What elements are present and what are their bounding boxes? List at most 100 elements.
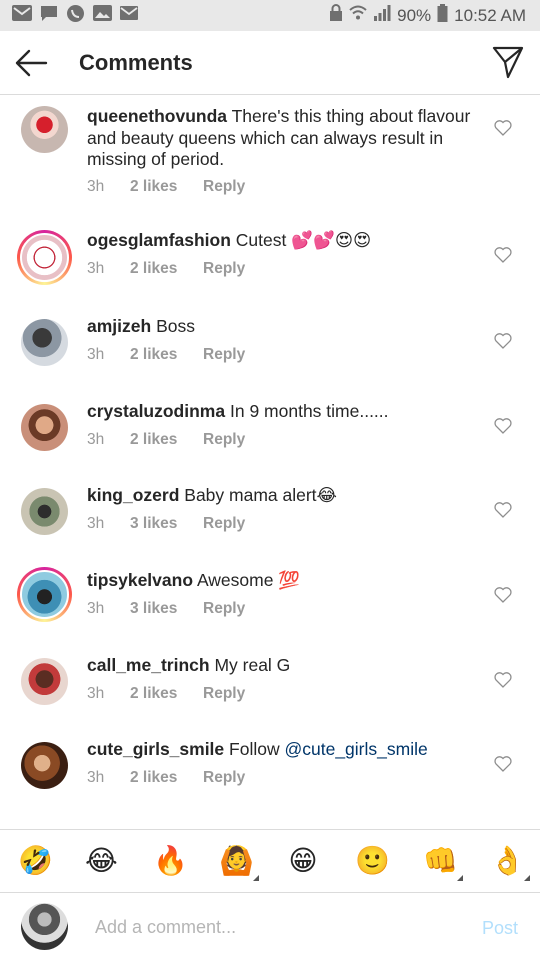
heart-icon[interactable] [494,587,512,603]
comment-likes[interactable]: 2 likes [130,178,203,196]
message-icon [40,5,58,27]
avatar[interactable] [21,106,68,153]
fist-bump-icon: 👊 [423,844,458,877]
comment-text: ogesglamfashion Cutest 💕💕😍😍 [87,230,472,252]
fire-emoji-icon: 🔥 [153,844,188,877]
comment-likes[interactable]: 2 likes [130,769,203,787]
ok-hand-icon: 👌 [490,844,525,877]
comment-text: crystaluzodinma In 9 months time...... [87,401,472,423]
reply-button[interactable]: Reply [203,685,245,703]
skin-tone-indicator [524,875,530,881]
comment-username[interactable]: call_me_trinch [87,655,210,675]
clock: 10:52 AM [454,5,526,25]
my-avatar[interactable] [21,903,68,950]
comment-time: 3h [87,178,105,195]
reply-button[interactable]: Reply [203,178,245,196]
comment-time: 3h [87,260,105,277]
comment-likes[interactable]: 3 likes [130,515,203,533]
avatar[interactable] [21,488,68,535]
comment-body: Baby mama alert😂 [184,485,337,505]
post-button[interactable]: Post [482,918,518,939]
comment-time: 3h [87,769,105,786]
smile-emoji-button[interactable]: 🙂 [355,844,390,877]
comment-text: amjizeh Boss [87,316,472,338]
comments-list[interactable]: queenethovunda There's this thing about … [0,96,540,829]
battery-percent: 90% [397,5,432,25]
avatar[interactable] [17,230,72,285]
fire-emoji-button[interactable]: 🔥 [153,844,188,877]
comment-meta: 3h 2 likes Reply [87,346,245,364]
comment-likes[interactable]: 2 likes [130,260,203,278]
heart-icon[interactable] [494,247,512,263]
comment-likes[interactable]: 2 likes [130,685,203,703]
reply-button[interactable]: Reply [203,260,245,278]
skin-tone-indicator [457,875,463,881]
comment-time: 3h [87,600,105,617]
comment-username[interactable]: cute_girls_smile [87,739,224,759]
avatar[interactable] [21,404,68,451]
emoji-quick-bar: 🤣 😂 🔥 🙆 😁 🙂 👊 👌 [0,829,540,893]
heart-icon[interactable] [494,672,512,688]
heart-icon[interactable] [494,502,512,518]
grin-emoji-button[interactable]: 😁 [287,845,319,877]
joy-emoji-icon: 😂 [85,844,118,877]
comment-text: king_ozerd Baby mama alert😂 [87,485,472,507]
comment-likes[interactable]: 2 likes [130,431,203,449]
comment-time: 3h [87,685,105,702]
direct-send-button[interactable] [492,45,524,79]
comment-meta: 3h 2 likes Reply [87,178,245,196]
reply-button[interactable]: Reply [203,431,245,449]
reply-button[interactable]: Reply [203,515,245,533]
reply-button[interactable]: Reply [203,600,245,618]
comment-text: queenethovunda There's this thing about … [87,106,472,171]
avatar[interactable] [21,319,68,366]
battery-icon [437,4,448,27]
system-status: 90% 10:52 AM [329,4,526,27]
rofl-emoji-button[interactable]: 🤣 [18,845,53,877]
comment-text: tipsykelvano Awesome 💯 [87,570,472,592]
reply-button[interactable]: Reply [203,769,245,787]
comment-time: 3h [87,346,105,363]
comment-body: Cutest 💕💕😍😍 [235,230,372,250]
avatar[interactable] [21,742,68,789]
comment-input[interactable] [95,914,455,940]
comment-body: Awesome 💯 [196,570,301,590]
heart-icon[interactable] [494,120,512,136]
heart-icon[interactable] [494,756,512,772]
comment-likes[interactable]: 2 likes [130,346,203,364]
fist-emoji-button[interactable]: 👊 [423,844,463,881]
avatar[interactable] [21,658,68,705]
mention-link[interactable]: @cute_girls_smile [284,739,427,759]
status-bar: 90% 10:52 AM [0,0,540,31]
comment-username[interactable]: crystaluzodinma [87,401,225,421]
comment-username[interactable]: queenethovunda [87,106,227,126]
lock-icon [329,4,343,27]
ok-hand-emoji-button[interactable]: 👌 [490,844,530,881]
comment-username[interactable]: king_ozerd [87,485,179,505]
direct-send-icon [492,46,524,79]
comment-time: 3h [87,515,105,532]
wifi-icon [349,4,367,27]
back-button[interactable] [14,47,48,79]
comment-meta: 3h 2 likes Reply [87,260,245,278]
comment-body: In 9 months time...... [229,401,389,421]
comment-body: Follow [229,739,280,759]
person-gesturing-ok-icon: 🙆 [219,844,254,877]
comment-username[interactable]: ogesglamfashion [87,230,231,250]
gesture-emoji-button[interactable]: 🙆 [219,844,259,881]
comment-username[interactable]: amjizeh [87,316,151,336]
smile-emoji-icon: 🙂 [355,844,390,877]
skin-tone-indicator [253,875,259,881]
joy-emoji-button[interactable]: 😂 [85,844,118,877]
reply-button[interactable]: Reply [203,346,245,364]
gallery-icon [93,5,112,26]
comment-body: Boss [156,316,195,336]
avatar[interactable] [17,567,72,622]
heart-icon[interactable] [494,418,512,434]
heart-icon[interactable] [494,333,512,349]
comment-likes[interactable]: 3 likes [130,600,203,618]
comment-username[interactable]: tipsykelvano [87,570,193,590]
comments-header: Comments [0,31,540,95]
comment-meta: 3h 3 likes Reply [87,600,245,618]
comment-text: cute_girls_smile Follow @cute_girls_smil… [87,739,472,761]
